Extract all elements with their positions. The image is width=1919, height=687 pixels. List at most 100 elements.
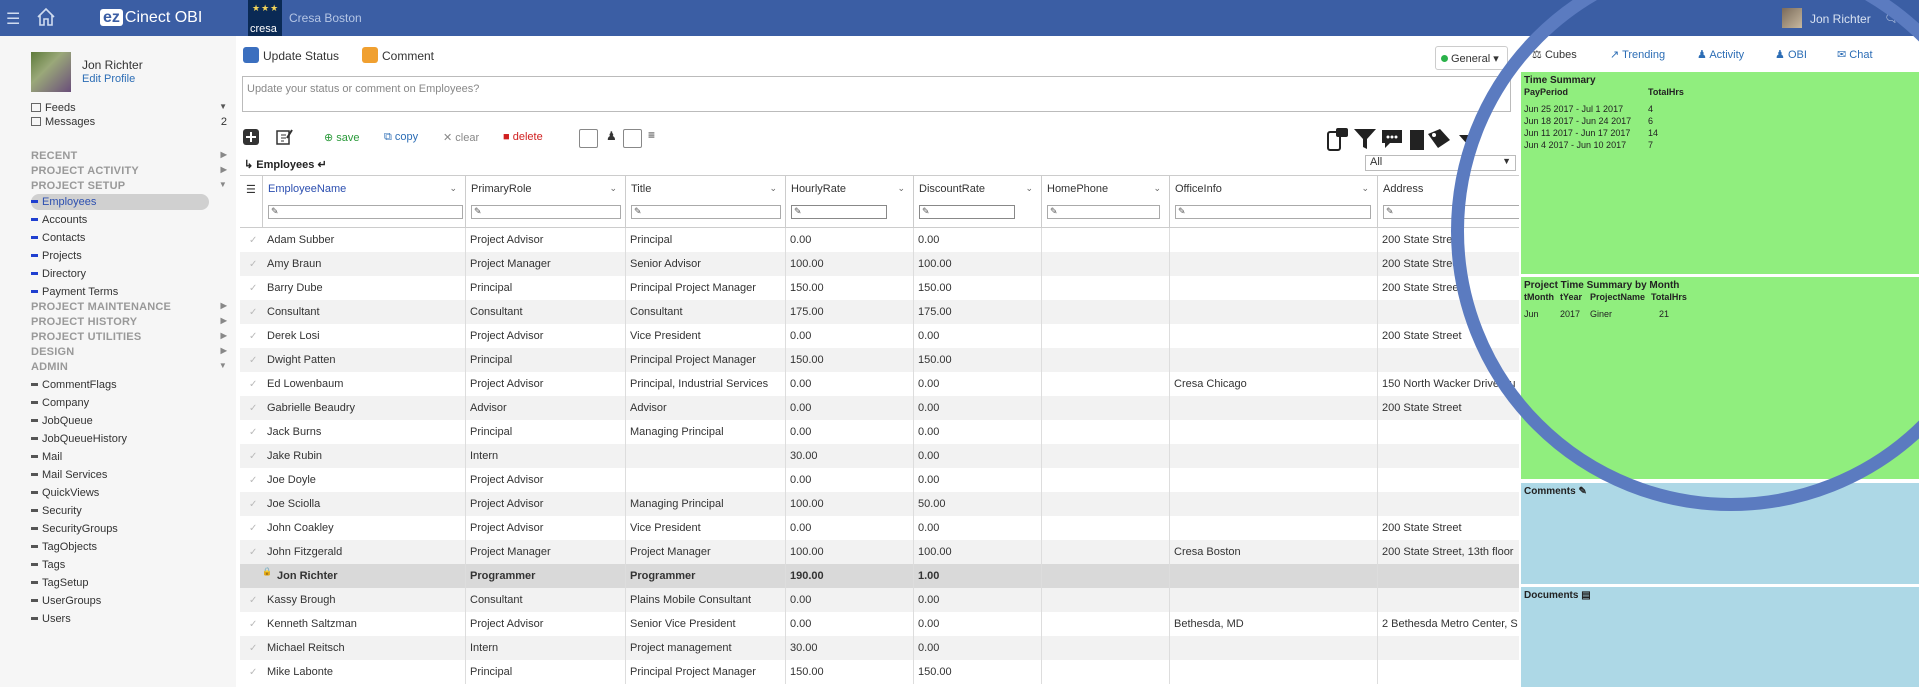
- cell-hourlyrate[interactable]: 0.00: [786, 516, 914, 540]
- cell-hourlyrate[interactable]: 0.00: [786, 228, 914, 252]
- tab-chat[interactable]: ✉ Chat: [1837, 48, 1873, 61]
- cell-primaryrole[interactable]: Project Manager: [466, 252, 626, 276]
- column-header-hourlyrate[interactable]: HourlyRate ⌄ ✎: [786, 176, 914, 228]
- cell-hourlyrate[interactable]: 0.00: [786, 324, 914, 348]
- cell-title[interactable]: Programmer: [626, 564, 786, 588]
- cell-homephone[interactable]: [1042, 252, 1170, 276]
- cell-homephone[interactable]: [1042, 564, 1170, 588]
- status-input[interactable]: Update your status or comment on Employe…: [242, 76, 1511, 112]
- cell-homephone[interactable]: [1042, 636, 1170, 660]
- cell-officeinfo[interactable]: [1170, 252, 1378, 276]
- table-row[interactable]: ✓ Ed Lowenbaum Project Advisor Principal, I…: [240, 372, 1519, 396]
- cell-discountrate[interactable]: 100.00: [914, 252, 1042, 276]
- cell-homephone[interactable]: [1042, 420, 1170, 444]
- column-header-title[interactable]: Title ⌄ ✎: [626, 176, 786, 228]
- cell-employeename[interactable]: Derek Losi: [263, 324, 466, 348]
- cell-homephone[interactable]: [1042, 492, 1170, 516]
- cell-address[interactable]: [1378, 468, 1519, 492]
- cell-primaryrole[interactable]: Project Advisor: [466, 492, 626, 516]
- person-icon[interactable]: ♟: [606, 129, 617, 143]
- home-icon[interactable]: [35, 6, 57, 28]
- sidebar-item-company[interactable]: Company: [31, 395, 209, 411]
- cell-employeename[interactable]: John Coakley: [263, 516, 466, 540]
- cell-discountrate[interactable]: 1.00: [914, 564, 1042, 588]
- filter-input[interactable]: ✎: [1175, 205, 1371, 219]
- cell-address[interactable]: 200 State Street: [1378, 252, 1519, 276]
- filter-input[interactable]: ✎: [631, 205, 781, 219]
- cell-homephone[interactable]: [1042, 612, 1170, 636]
- row-check-icon[interactable]: ✓: [249, 283, 257, 294]
- sidebar-item-commentflags[interactable]: CommentFlags: [31, 377, 209, 393]
- cell-employeename[interactable]: Kenneth Saltzman: [263, 612, 466, 636]
- cell-hourlyrate[interactable]: 0.00: [786, 468, 914, 492]
- cell-officeinfo[interactable]: [1170, 588, 1378, 612]
- cell-officeinfo[interactable]: [1170, 468, 1378, 492]
- cell-title[interactable]: Vice President: [626, 324, 786, 348]
- cell-primaryrole[interactable]: Project Advisor: [466, 612, 626, 636]
- cell-hourlyrate[interactable]: 175.00: [786, 300, 914, 324]
- cell-homephone[interactable]: [1042, 396, 1170, 420]
- row-check-icon[interactable]: ✓: [249, 403, 257, 414]
- cell-primaryrole[interactable]: Programmer: [466, 564, 626, 588]
- cell-hourlyrate[interactable]: 30.00: [786, 444, 914, 468]
- cell-discountrate[interactable]: 50.00: [914, 492, 1042, 516]
- sidebar-item-employees[interactable]: Employees: [31, 194, 209, 210]
- column-header-homephone[interactable]: HomePhone ⌄ ✎: [1042, 176, 1170, 228]
- cell-employeename[interactable]: Joe Doyle: [263, 468, 466, 492]
- row-check-icon[interactable]: ✓: [249, 379, 257, 390]
- add-icon[interactable]: [242, 128, 260, 146]
- row-check-icon[interactable]: ✓: [249, 259, 257, 270]
- cell-address[interactable]: [1378, 348, 1519, 372]
- tab-cubes[interactable]: ⚖ Cubes: [1532, 48, 1577, 61]
- cell-employeename[interactable]: Adam Subber: [263, 228, 466, 252]
- cell-employeename[interactable]: Kassy Brough: [263, 588, 466, 612]
- cell-hourlyrate[interactable]: 0.00: [786, 420, 914, 444]
- table-row[interactable]: ✓ Jake Rubin Intern 30.00 0.00: [240, 444, 1519, 468]
- cell-homephone[interactable]: [1042, 660, 1170, 684]
- filter-input[interactable]: ✎: [919, 205, 1015, 219]
- cell-officeinfo[interactable]: [1170, 348, 1378, 372]
- cell-primaryrole[interactable]: Project Advisor: [466, 516, 626, 540]
- row-check-icon[interactable]: ✓: [249, 475, 257, 486]
- section-admin[interactable]: ADMIN ▼: [31, 361, 227, 373]
- row-check-icon[interactable]: ✓: [249, 523, 257, 534]
- cell-hourlyrate[interactable]: 150.00: [786, 660, 914, 684]
- grid-filter-select[interactable]: All ▼: [1365, 155, 1516, 171]
- cell-hourlyrate[interactable]: 0.00: [786, 396, 914, 420]
- sidebar-item-securitygroups[interactable]: SecurityGroups: [31, 521, 209, 537]
- cell-officeinfo[interactable]: [1170, 516, 1378, 540]
- table-row[interactable]: ✓ Mike Labonte Principal Principal Project …: [240, 660, 1519, 684]
- cell-title[interactable]: Managing Principal: [626, 492, 786, 516]
- section-project-setup[interactable]: PROJECT SETUP ▼: [31, 180, 227, 192]
- cell-employeename[interactable]: Gabrielle Beaudry: [263, 396, 466, 420]
- cell-employeename[interactable]: Jon Richter: [263, 564, 466, 588]
- cell-employeename[interactable]: Mike Labonte: [263, 660, 466, 684]
- row-check-icon[interactable]: ✓: [249, 667, 257, 678]
- sidebar-messages[interactable]: Messages 2: [31, 116, 227, 128]
- section-recent[interactable]: RECENT ▶: [31, 150, 227, 162]
- tag-icon[interactable]: [1426, 126, 1452, 152]
- cell-discountrate[interactable]: 0.00: [914, 396, 1042, 420]
- cell-discountrate[interactable]: 0.00: [914, 636, 1042, 660]
- cell-homephone[interactable]: [1042, 324, 1170, 348]
- comment-tab[interactable]: Comment: [362, 47, 434, 63]
- cell-address[interactable]: 200 State Street, 13th floor: [1378, 540, 1519, 564]
- cell-primaryrole[interactable]: Principal: [466, 420, 626, 444]
- cell-primaryrole[interactable]: Advisor: [466, 396, 626, 420]
- checkbox-toggle[interactable]: [579, 129, 598, 148]
- sidebar-item-mail[interactable]: Mail: [31, 449, 209, 465]
- cell-hourlyrate[interactable]: 150.00: [786, 276, 914, 300]
- cell-address[interactable]: [1378, 636, 1519, 660]
- sidebar-feeds[interactable]: Feeds ▼: [31, 102, 227, 114]
- cell-employeename[interactable]: Amy Braun: [263, 252, 466, 276]
- sidebar-item-tags[interactable]: Tags: [31, 557, 209, 573]
- cell-discountrate[interactable]: 0.00: [914, 588, 1042, 612]
- cell-primaryrole[interactable]: Project Advisor: [466, 372, 626, 396]
- cell-homephone[interactable]: [1042, 372, 1170, 396]
- column-header-primaryrole[interactable]: PrimaryRole ⌄ ✎: [466, 176, 626, 228]
- table-row[interactable]: ✓ Consultant Consultant Consultant 175.00 175…: [240, 300, 1519, 324]
- user-name[interactable]: Jon Richter: [1810, 12, 1871, 26]
- cell-title[interactable]: Advisor: [626, 396, 786, 420]
- cell-discountrate[interactable]: 0.00: [914, 612, 1042, 636]
- cell-homephone[interactable]: [1042, 300, 1170, 324]
